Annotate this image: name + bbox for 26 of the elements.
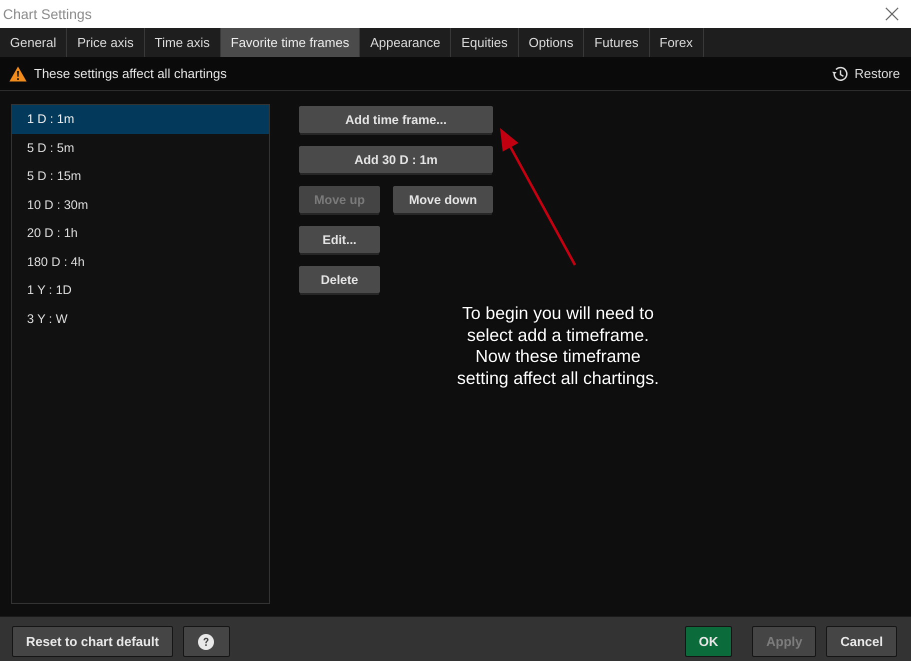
window-title: Chart Settings <box>3 6 92 22</box>
list-item[interactable]: 5 D : 15m <box>12 162 269 190</box>
annotation-text: To begin you will need to select add a timeframe. Now these timeframe setting affect all chartings. <box>456 303 660 389</box>
restore-button[interactable]: Restore <box>831 64 900 82</box>
list-item[interactable]: 10 D : 30m <box>12 190 269 219</box>
list-item[interactable]: 1 D : 1m <box>12 105 269 134</box>
tab[interactable]: Favorite time frames <box>220 28 360 57</box>
help-button[interactable] <box>182 626 230 657</box>
action-button[interactable]: Delete <box>299 266 380 293</box>
close-icon[interactable] <box>885 7 899 21</box>
list-item[interactable]: 3 Y : W <box>12 304 269 333</box>
action-button[interactable]: Move down <box>393 186 493 213</box>
action-button[interactable]: Add 30 D : 1m <box>299 146 493 173</box>
list-item[interactable]: 5 D : 5m <box>12 134 269 162</box>
history-icon <box>831 64 850 82</box>
list-item[interactable]: 1 Y : 1D <box>12 276 269 304</box>
warning-icon <box>9 66 27 82</box>
action-button[interactable]: Edit... <box>299 226 380 253</box>
dialog-button[interactable]: Reset to chart default <box>12 626 173 657</box>
dialog-button[interactable]: Cancel <box>826 626 897 657</box>
action-button[interactable]: Add time frame... <box>299 106 493 133</box>
list-item[interactable]: 20 D : 1h <box>12 219 269 248</box>
list-item[interactable]: 180 D : 4h <box>12 248 269 276</box>
notice-text: These settings affect all chartings <box>34 66 227 81</box>
help-icon <box>198 634 214 650</box>
ok-button[interactable]: OK <box>684 626 732 657</box>
